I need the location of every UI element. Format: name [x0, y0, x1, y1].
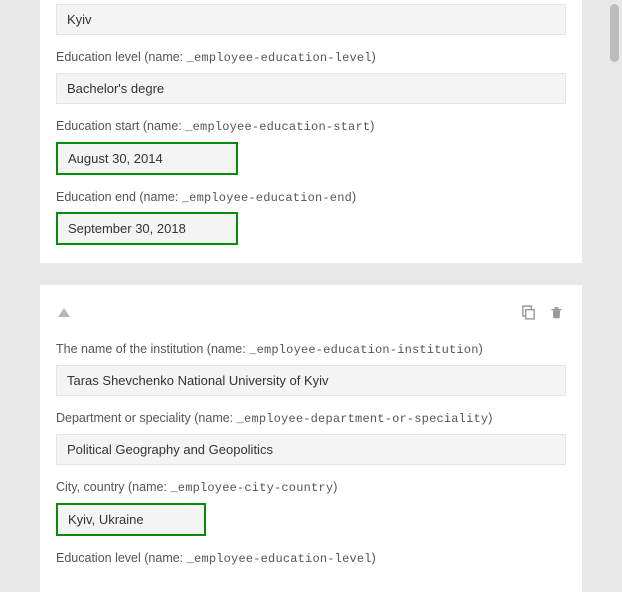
edu-level-label-2: Education level (name: _employee-educati… [56, 550, 566, 568]
label-text: The name of the institution (name: [56, 342, 249, 356]
label-close: ) [333, 480, 337, 494]
department-label: Department or speciality (name: _employe… [56, 410, 566, 428]
label-close: ) [352, 190, 356, 204]
label-text: Department or speciality (name: [56, 411, 237, 425]
field-name-code: _employee-department-or-speciality [237, 412, 489, 426]
collapse-up-icon[interactable] [58, 308, 70, 317]
label-close: ) [370, 119, 374, 133]
edu-level-label: Education level (name: _employee-educati… [56, 49, 566, 67]
label-text: Education level (name: [56, 50, 187, 64]
label-text: Education end (name: [56, 190, 182, 204]
label-text: Education level (name: [56, 551, 187, 565]
city-input[interactable] [56, 4, 566, 35]
field-name-code: _employee-city-country [170, 481, 333, 495]
field-name-code: _employee-education-start [185, 120, 370, 134]
education-card-1: Education level (name: _employee-educati… [40, 0, 582, 263]
education-card-2: The name of the institution (name: _empl… [40, 285, 582, 591]
field-name-code: _employee-education-end [182, 191, 352, 205]
field-name-code: _employee-education-institution [249, 343, 478, 357]
field-name-code: _employee-education-level [187, 51, 372, 65]
label-text: Education start (name: [56, 119, 185, 133]
edu-end-label: Education end (name: _employee-education… [56, 189, 566, 207]
trash-icon[interactable] [549, 303, 564, 321]
copy-icon[interactable] [520, 304, 537, 321]
label-text: City, country (name: [56, 480, 170, 494]
label-close: ) [479, 342, 483, 356]
edu-start-label: Education start (name: _employee-educati… [56, 118, 566, 136]
institution-label: The name of the institution (name: _empl… [56, 341, 566, 359]
edu-end-input[interactable] [56, 212, 238, 245]
department-input[interactable] [56, 434, 566, 465]
field-name-code: _employee-education-level [187, 552, 372, 566]
scrollbar-thumb[interactable] [610, 4, 619, 62]
label-close: ) [488, 411, 492, 425]
city-country-label: City, country (name: _employee-city-coun… [56, 479, 566, 497]
edu-start-input[interactable] [56, 142, 238, 175]
city-country-input[interactable] [56, 503, 206, 536]
edu-level-input[interactable] [56, 73, 566, 104]
card-actions [520, 303, 564, 321]
city-country-wrapper [56, 503, 566, 536]
label-close: ) [372, 551, 376, 565]
label-close: ) [372, 50, 376, 64]
institution-input[interactable] [56, 365, 566, 396]
card-header [56, 297, 566, 327]
